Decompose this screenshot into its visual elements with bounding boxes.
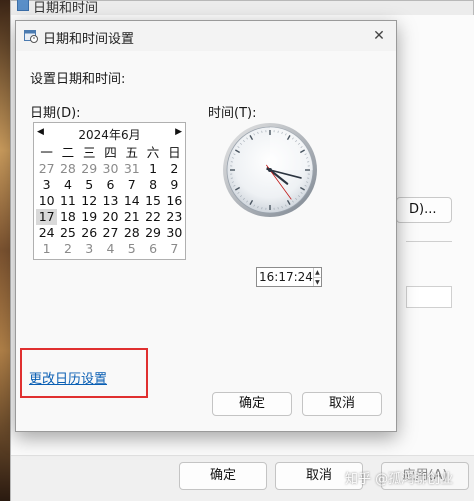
calendar-day[interactable]: 1 bbox=[142, 161, 163, 177]
background-ok-button[interactable]: 确定 bbox=[179, 462, 267, 490]
calendar-day[interactable]: 3 bbox=[36, 177, 57, 193]
calendar-day[interactable]: 2 bbox=[57, 241, 78, 257]
dialog-title: 日期和时间设置 bbox=[43, 32, 135, 47]
change-calendar-settings-link[interactable]: 更改日历设置 bbox=[29, 368, 107, 387]
time-value[interactable]: 16:17:24 bbox=[257, 268, 313, 286]
calendar-month-title[interactable]: 2024年6月 bbox=[34, 126, 185, 143]
calendar-day[interactable]: 30 bbox=[164, 225, 185, 241]
time-spinner: ▲ ▼ bbox=[312, 268, 321, 287]
calendar-day[interactable]: 4 bbox=[100, 241, 121, 257]
analog-clock bbox=[223, 123, 317, 217]
calendar-day[interactable]: 4 bbox=[57, 177, 78, 193]
date-time-settings-dialog: 日期和时间设置 ✕ 设置日期和时间: 日期(D): 时间(T): ◀ 2024年… bbox=[15, 20, 397, 432]
calendar-day[interactable]: 28 bbox=[57, 161, 78, 177]
calendar-day[interactable]: 14 bbox=[121, 193, 142, 209]
background-window-titlebar: 日期和时间 bbox=[11, 0, 473, 16]
calendar-day[interactable]: 23 bbox=[164, 209, 185, 225]
calendar-day[interactable]: 3 bbox=[79, 241, 100, 257]
calendar-day[interactable]: 1 bbox=[36, 241, 57, 257]
settings-heading: 设置日期和时间: bbox=[30, 72, 126, 87]
calendar-day[interactable]: 13 bbox=[100, 193, 121, 209]
calendar-day[interactable]: 2 bbox=[164, 161, 185, 177]
calendar-day[interactable]: 19 bbox=[79, 209, 100, 225]
dialog-titlebar: 日期和时间设置 ✕ bbox=[16, 21, 396, 51]
calendar-day[interactable]: 27 bbox=[100, 225, 121, 241]
time-input[interactable]: 16:17:24 ▲ ▼ bbox=[256, 267, 322, 287]
calendar-day[interactable]: 10 bbox=[36, 193, 57, 209]
next-month-icon[interactable]: ▶ bbox=[175, 127, 182, 137]
clock-gloss bbox=[270, 127, 313, 170]
calendar-day[interactable]: 5 bbox=[121, 241, 142, 257]
date-label: 日期(D): bbox=[30, 106, 81, 121]
calendar-day[interactable]: 17 bbox=[36, 209, 58, 225]
close-icon[interactable]: ✕ bbox=[368, 25, 390, 47]
calendar-day[interactable]: 9 bbox=[164, 177, 185, 193]
cancel-button[interactable]: 取消 bbox=[302, 392, 382, 416]
weekday-header: 一 bbox=[40, 145, 53, 160]
calendar-day[interactable]: 8 bbox=[142, 177, 163, 193]
clock-center bbox=[268, 168, 272, 172]
calendar-day[interactable]: 29 bbox=[79, 161, 100, 177]
calendar-day[interactable]: 31 bbox=[121, 161, 142, 177]
calendar-header: ◀ 2024年6月 ▶ bbox=[34, 125, 185, 143]
calendar-day[interactable]: 16 bbox=[164, 193, 185, 209]
calendar-day[interactable]: 7 bbox=[121, 177, 142, 193]
calendar-day[interactable]: 6 bbox=[100, 177, 121, 193]
calendar-day[interactable]: 30 bbox=[100, 161, 121, 177]
calendar-day[interactable]: 27 bbox=[36, 161, 57, 177]
calendar-day[interactable]: 21 bbox=[121, 209, 142, 225]
calendar-day[interactable]: 29 bbox=[142, 225, 163, 241]
calendar-day[interactable]: 22 bbox=[142, 209, 163, 225]
clock-settings-icon bbox=[17, 0, 29, 11]
spin-up-icon[interactable]: ▲ bbox=[313, 268, 321, 278]
calendar: ◀ 2024年6月 ▶ 一二三四五六日 27 28 29 30 31 1 2 3 4 5 6 7 8 9 10… bbox=[33, 122, 186, 260]
spin-down-icon[interactable]: ▼ bbox=[314, 278, 321, 287]
calendar-grid: 一二三四五六日 27 28 29 30 31 1 2 3 4 5 6 7 8 9 10 11 12 13 14 15 16… bbox=[36, 145, 185, 257]
calendar-day[interactable]: 7 bbox=[164, 241, 185, 257]
divider bbox=[406, 241, 452, 242]
background-window-title: 日期和时间 bbox=[33, 1, 99, 16]
calendar-day[interactable]: 12 bbox=[79, 193, 100, 209]
calendar-day[interactable]: 5 bbox=[79, 177, 100, 193]
weekday-header: 日 bbox=[168, 145, 181, 160]
calendar-day[interactable]: 6 bbox=[142, 241, 163, 257]
calendar-day[interactable]: 24 bbox=[36, 225, 57, 241]
calendar-day[interactable]: 28 bbox=[121, 225, 142, 241]
calendar-day[interactable]: 20 bbox=[100, 209, 121, 225]
change-date-time-button[interactable]: D)... bbox=[396, 197, 452, 223]
time-label: 时间(T): bbox=[208, 106, 257, 121]
calendar-day[interactable]: 26 bbox=[79, 225, 100, 241]
background-field bbox=[406, 286, 452, 308]
calendar-day[interactable]: 25 bbox=[57, 225, 78, 241]
calendar-clock-icon bbox=[24, 30, 38, 43]
weekday-header: 五 bbox=[125, 145, 139, 160]
ok-button[interactable]: 确定 bbox=[212, 392, 292, 416]
weekday-header: 六 bbox=[146, 145, 160, 160]
calendar-day[interactable]: 18 bbox=[57, 209, 78, 225]
calendar-day[interactable]: 11 bbox=[57, 193, 78, 209]
weekday-header: 四 bbox=[104, 145, 117, 160]
weekday-header: 二 bbox=[61, 145, 75, 160]
calendar-day[interactable]: 15 bbox=[142, 193, 163, 209]
watermark: 知乎 @孤鸿聊创业 bbox=[345, 472, 454, 487]
weekday-header: 三 bbox=[82, 145, 96, 160]
